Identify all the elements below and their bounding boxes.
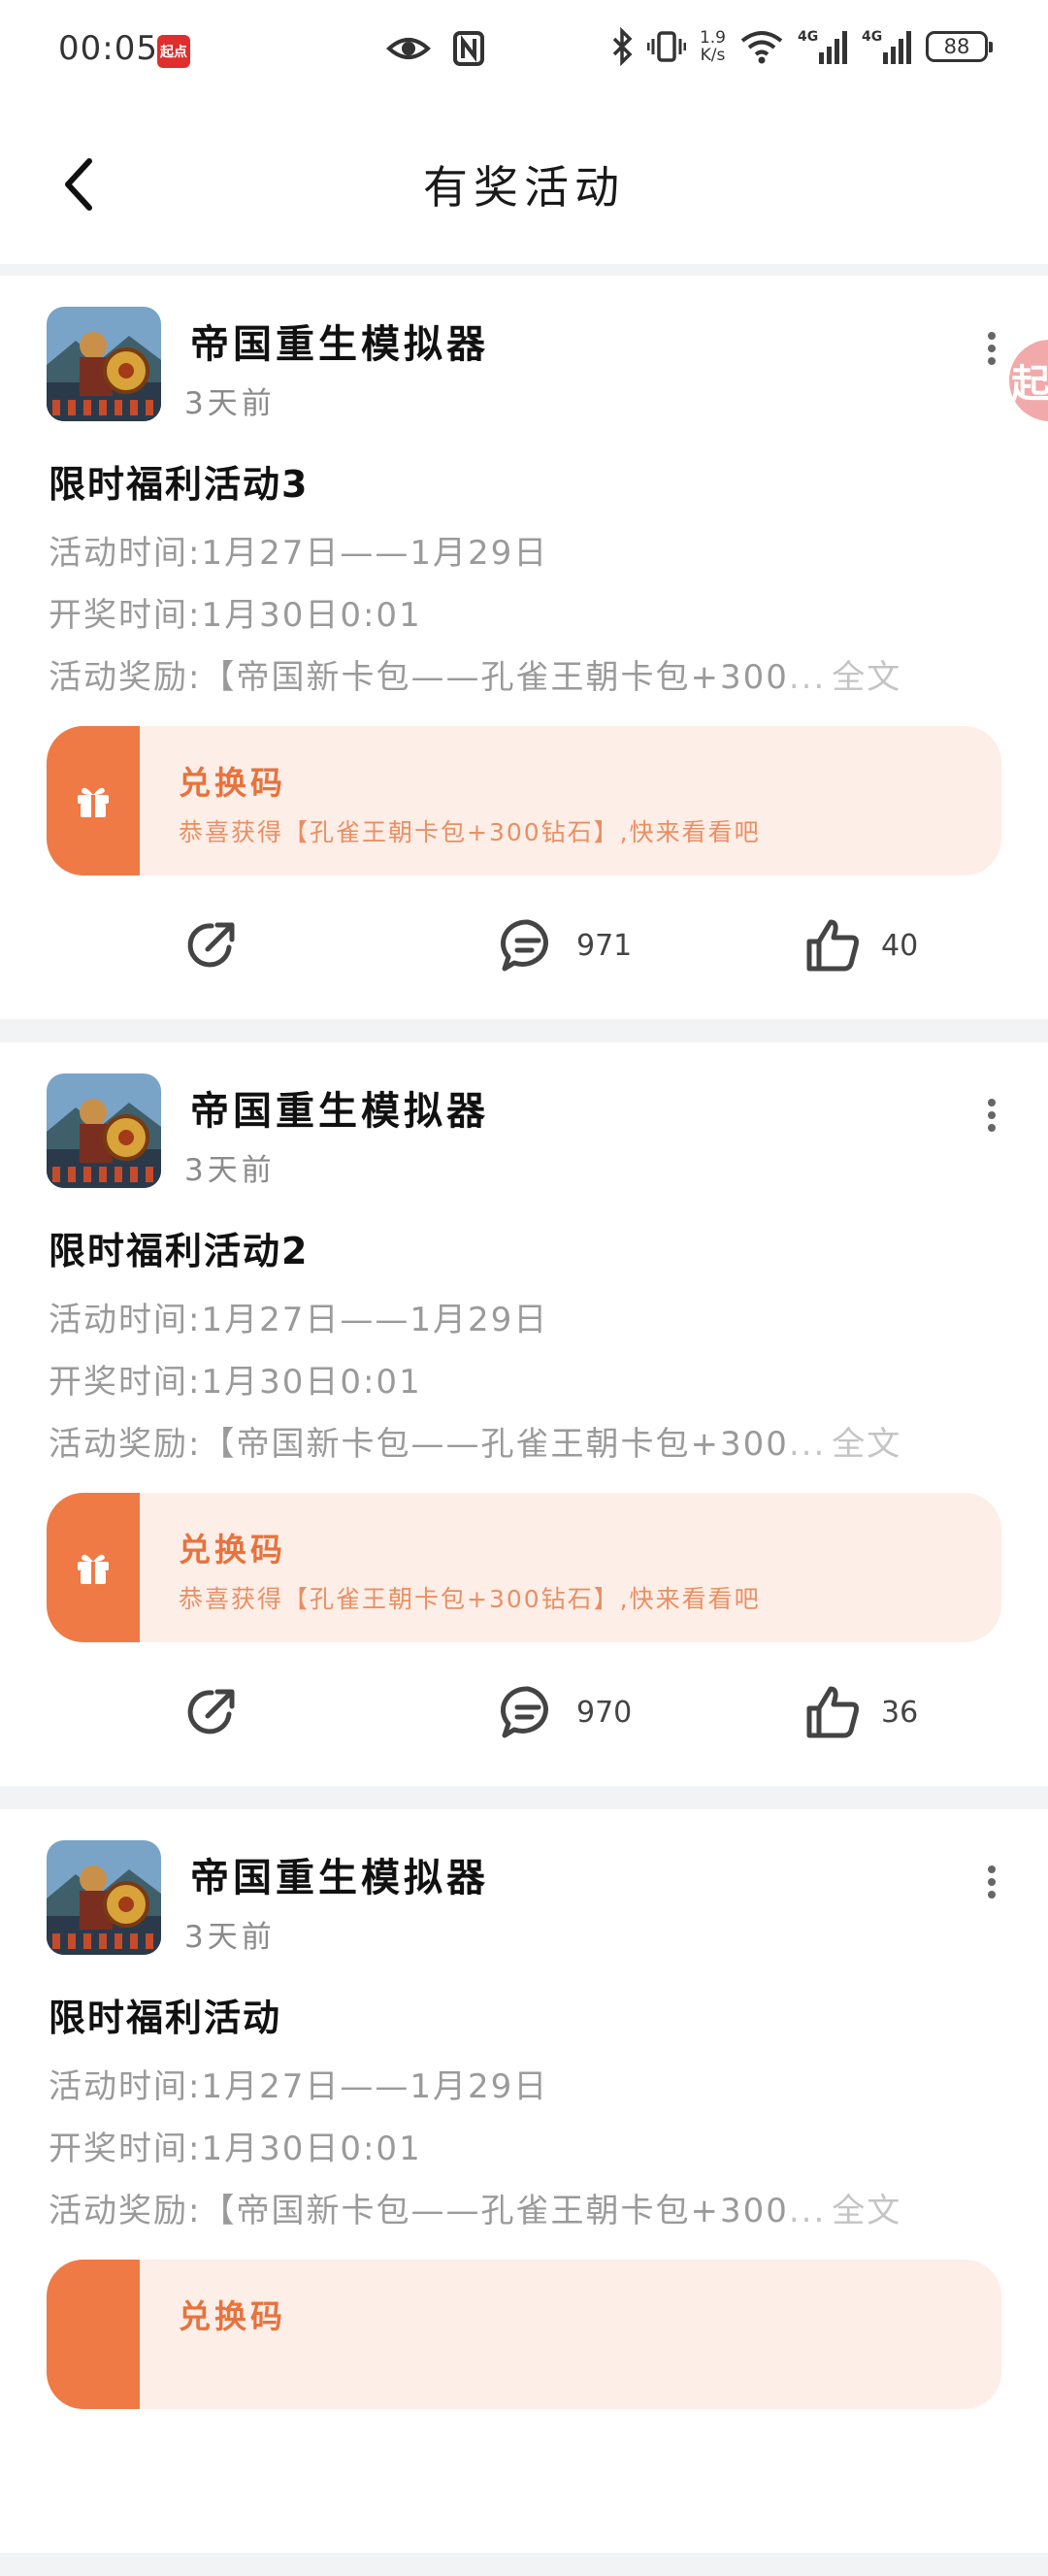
like-count: 36 xyxy=(881,1695,919,1730)
post-title[interactable]: 限时福利活动 xyxy=(49,1988,281,2041)
thumbs-up-icon xyxy=(806,919,859,972)
thumbs-up-icon xyxy=(806,1686,859,1738)
like-button[interactable]: 36 xyxy=(803,1675,918,1749)
reward-ellipsis: ... xyxy=(788,658,827,697)
reward-ellipsis: ... xyxy=(788,2192,827,2230)
post-card[interactable]: 帝国重生模拟器 3天前 限时福利活动2 活动时间:1月27日——1月29日 开奖… xyxy=(0,1042,1048,1786)
game-avatar[interactable] xyxy=(47,307,161,421)
code-title: 兑换码 xyxy=(179,764,286,802)
code-title: 兑换码 xyxy=(179,1531,286,1569)
share-button[interactable] xyxy=(182,1675,241,1749)
post-card[interactable]: 帝国重生模拟器 3天前 限时福利活动3 活动时间:1月27日——1月29日 开奖… xyxy=(0,276,1048,1019)
full-text-link[interactable]: 全文 xyxy=(832,1425,901,1464)
comment-count: 971 xyxy=(576,928,633,963)
share-icon xyxy=(187,922,235,968)
activity-feed[interactable]: 帝国重生模拟器 3天前 限时福利活动3 活动时间:1月27日——1月29日 开奖… xyxy=(0,276,1048,2576)
game-name[interactable]: 帝国重生模拟器 xyxy=(190,1079,489,1136)
svg-text:4G: 4G xyxy=(798,29,818,45)
post-title[interactable]: 限时福利活动3 xyxy=(49,454,309,508)
post-actions: 971 40 xyxy=(0,908,1048,982)
redeem-code-card[interactable]: 兑换码 xyxy=(47,2260,1001,2409)
code-icon-panel xyxy=(47,2260,140,2409)
signal-4g-icon-2: 4G xyxy=(862,29,911,64)
redeem-code-card[interactable]: 兑换码 恭喜获得【孔雀王朝卡包+300钻石】,快来看看吧 xyxy=(47,1493,1001,1642)
gift-icon xyxy=(78,787,109,817)
reward-text: 活动奖励:【帝国新卡包——孔雀王朝卡包+300 xyxy=(49,1425,789,1464)
network-speed-value: 1.9 xyxy=(699,28,726,48)
game-name[interactable]: 帝国重生模拟器 xyxy=(190,313,489,369)
status-time: 00:05 xyxy=(58,29,158,68)
game-avatar[interactable] xyxy=(47,1840,161,1955)
reward-text: 活动奖励:【帝国新卡包——孔雀王朝卡包+300 xyxy=(49,2192,789,2230)
wifi-icon xyxy=(740,31,783,64)
draw-time-text: 开奖时间:1月30日0:01 xyxy=(49,1363,422,1402)
eye-icon xyxy=(386,38,431,59)
more-options-button[interactable] xyxy=(982,332,1001,365)
post-time: 3天前 xyxy=(184,1920,276,1955)
comment-icon xyxy=(500,919,548,972)
code-description: 恭喜获得【孔雀王朝卡包+300钻石】,快来看看吧 xyxy=(179,1585,761,1613)
comment-icon xyxy=(500,1686,548,1738)
more-options-button[interactable] xyxy=(982,1866,1001,1899)
network-speed: 1.9 K/s xyxy=(700,29,726,64)
vibrate-icon xyxy=(646,31,686,62)
reward-text: 活动奖励:【帝国新卡包——孔雀王朝卡包+300 xyxy=(49,658,789,697)
comment-button[interactable]: 970 xyxy=(499,1675,632,1749)
post-actions: 970 36 xyxy=(0,1675,1048,1749)
draw-time-text: 开奖时间:1月30日0:01 xyxy=(49,2130,422,2168)
reward-text-line: 活动奖励:【帝国新卡包——孔雀王朝卡包+300... 全文 xyxy=(49,650,901,698)
post-time: 3天前 xyxy=(184,1153,276,1188)
game-name[interactable]: 帝国重生模拟器 xyxy=(190,1846,489,1902)
game-avatar-image xyxy=(47,1840,161,1955)
post-card[interactable]: 帝国重生模拟器 3天前 限时福利活动 活动时间:1月27日——1月29日 开奖时… xyxy=(0,1809,1048,2553)
game-avatar-image xyxy=(47,307,161,421)
post-title[interactable]: 限时福利活动2 xyxy=(49,1221,309,1274)
code-icon-panel xyxy=(47,1493,140,1642)
share-button[interactable] xyxy=(182,908,241,982)
activity-time-text: 活动时间:1月27日——1月29日 xyxy=(49,1301,549,1339)
code-title: 兑换码 xyxy=(179,2297,286,2335)
game-avatar[interactable] xyxy=(47,1073,161,1188)
draw-time-text: 开奖时间:1月30日0:01 xyxy=(49,596,422,635)
reward-ellipsis: ... xyxy=(788,1425,827,1464)
more-options-button[interactable] xyxy=(982,1099,1001,1132)
page-title: 有奖活动 xyxy=(423,161,625,214)
game-avatar-image xyxy=(47,1073,161,1188)
post-time: 3天前 xyxy=(184,386,276,421)
reward-text-line: 活动奖励:【帝国新卡包——孔雀王朝卡包+300... 全文 xyxy=(49,1417,901,1465)
activity-time-text: 活动时间:1月27日——1月29日 xyxy=(49,534,549,573)
code-description: 恭喜获得【孔雀王朝卡包+300钻石】,快来看看吧 xyxy=(179,818,761,846)
activity-time-text: 活动时间:1月27日——1月29日 xyxy=(49,2067,549,2106)
code-icon-panel xyxy=(47,726,140,875)
comment-button[interactable]: 971 xyxy=(499,908,632,982)
network-speed-unit: K/s xyxy=(700,46,726,65)
signal-4g-icon: 4G xyxy=(798,29,847,64)
nfc-icon xyxy=(453,31,484,66)
top-nav-bar: 有奖活动 xyxy=(0,102,1048,264)
redeem-code-card[interactable]: 兑换码 恭喜获得【孔雀王朝卡包+300钻石】,快来看看吧 xyxy=(47,726,1001,875)
like-count: 40 xyxy=(881,928,919,963)
share-icon xyxy=(187,1689,235,1734)
notification-app-icon: 起点 xyxy=(157,35,190,68)
full-text-link[interactable]: 全文 xyxy=(832,2192,901,2230)
battery-indicator: 88 xyxy=(926,31,993,62)
like-button[interactable]: 40 xyxy=(803,908,918,982)
bluetooth-icon xyxy=(612,27,633,66)
reward-text-line: 活动奖励:【帝国新卡包——孔雀王朝卡包+300... 全文 xyxy=(49,2184,901,2231)
full-text-link[interactable]: 全文 xyxy=(832,658,901,697)
svg-text:4G: 4G xyxy=(862,29,882,45)
comment-count: 970 xyxy=(576,1695,633,1730)
status-bar: 00:05 起点 1.9 K/s 4G 4G 88 xyxy=(0,0,1048,102)
gift-icon xyxy=(78,1554,109,1584)
